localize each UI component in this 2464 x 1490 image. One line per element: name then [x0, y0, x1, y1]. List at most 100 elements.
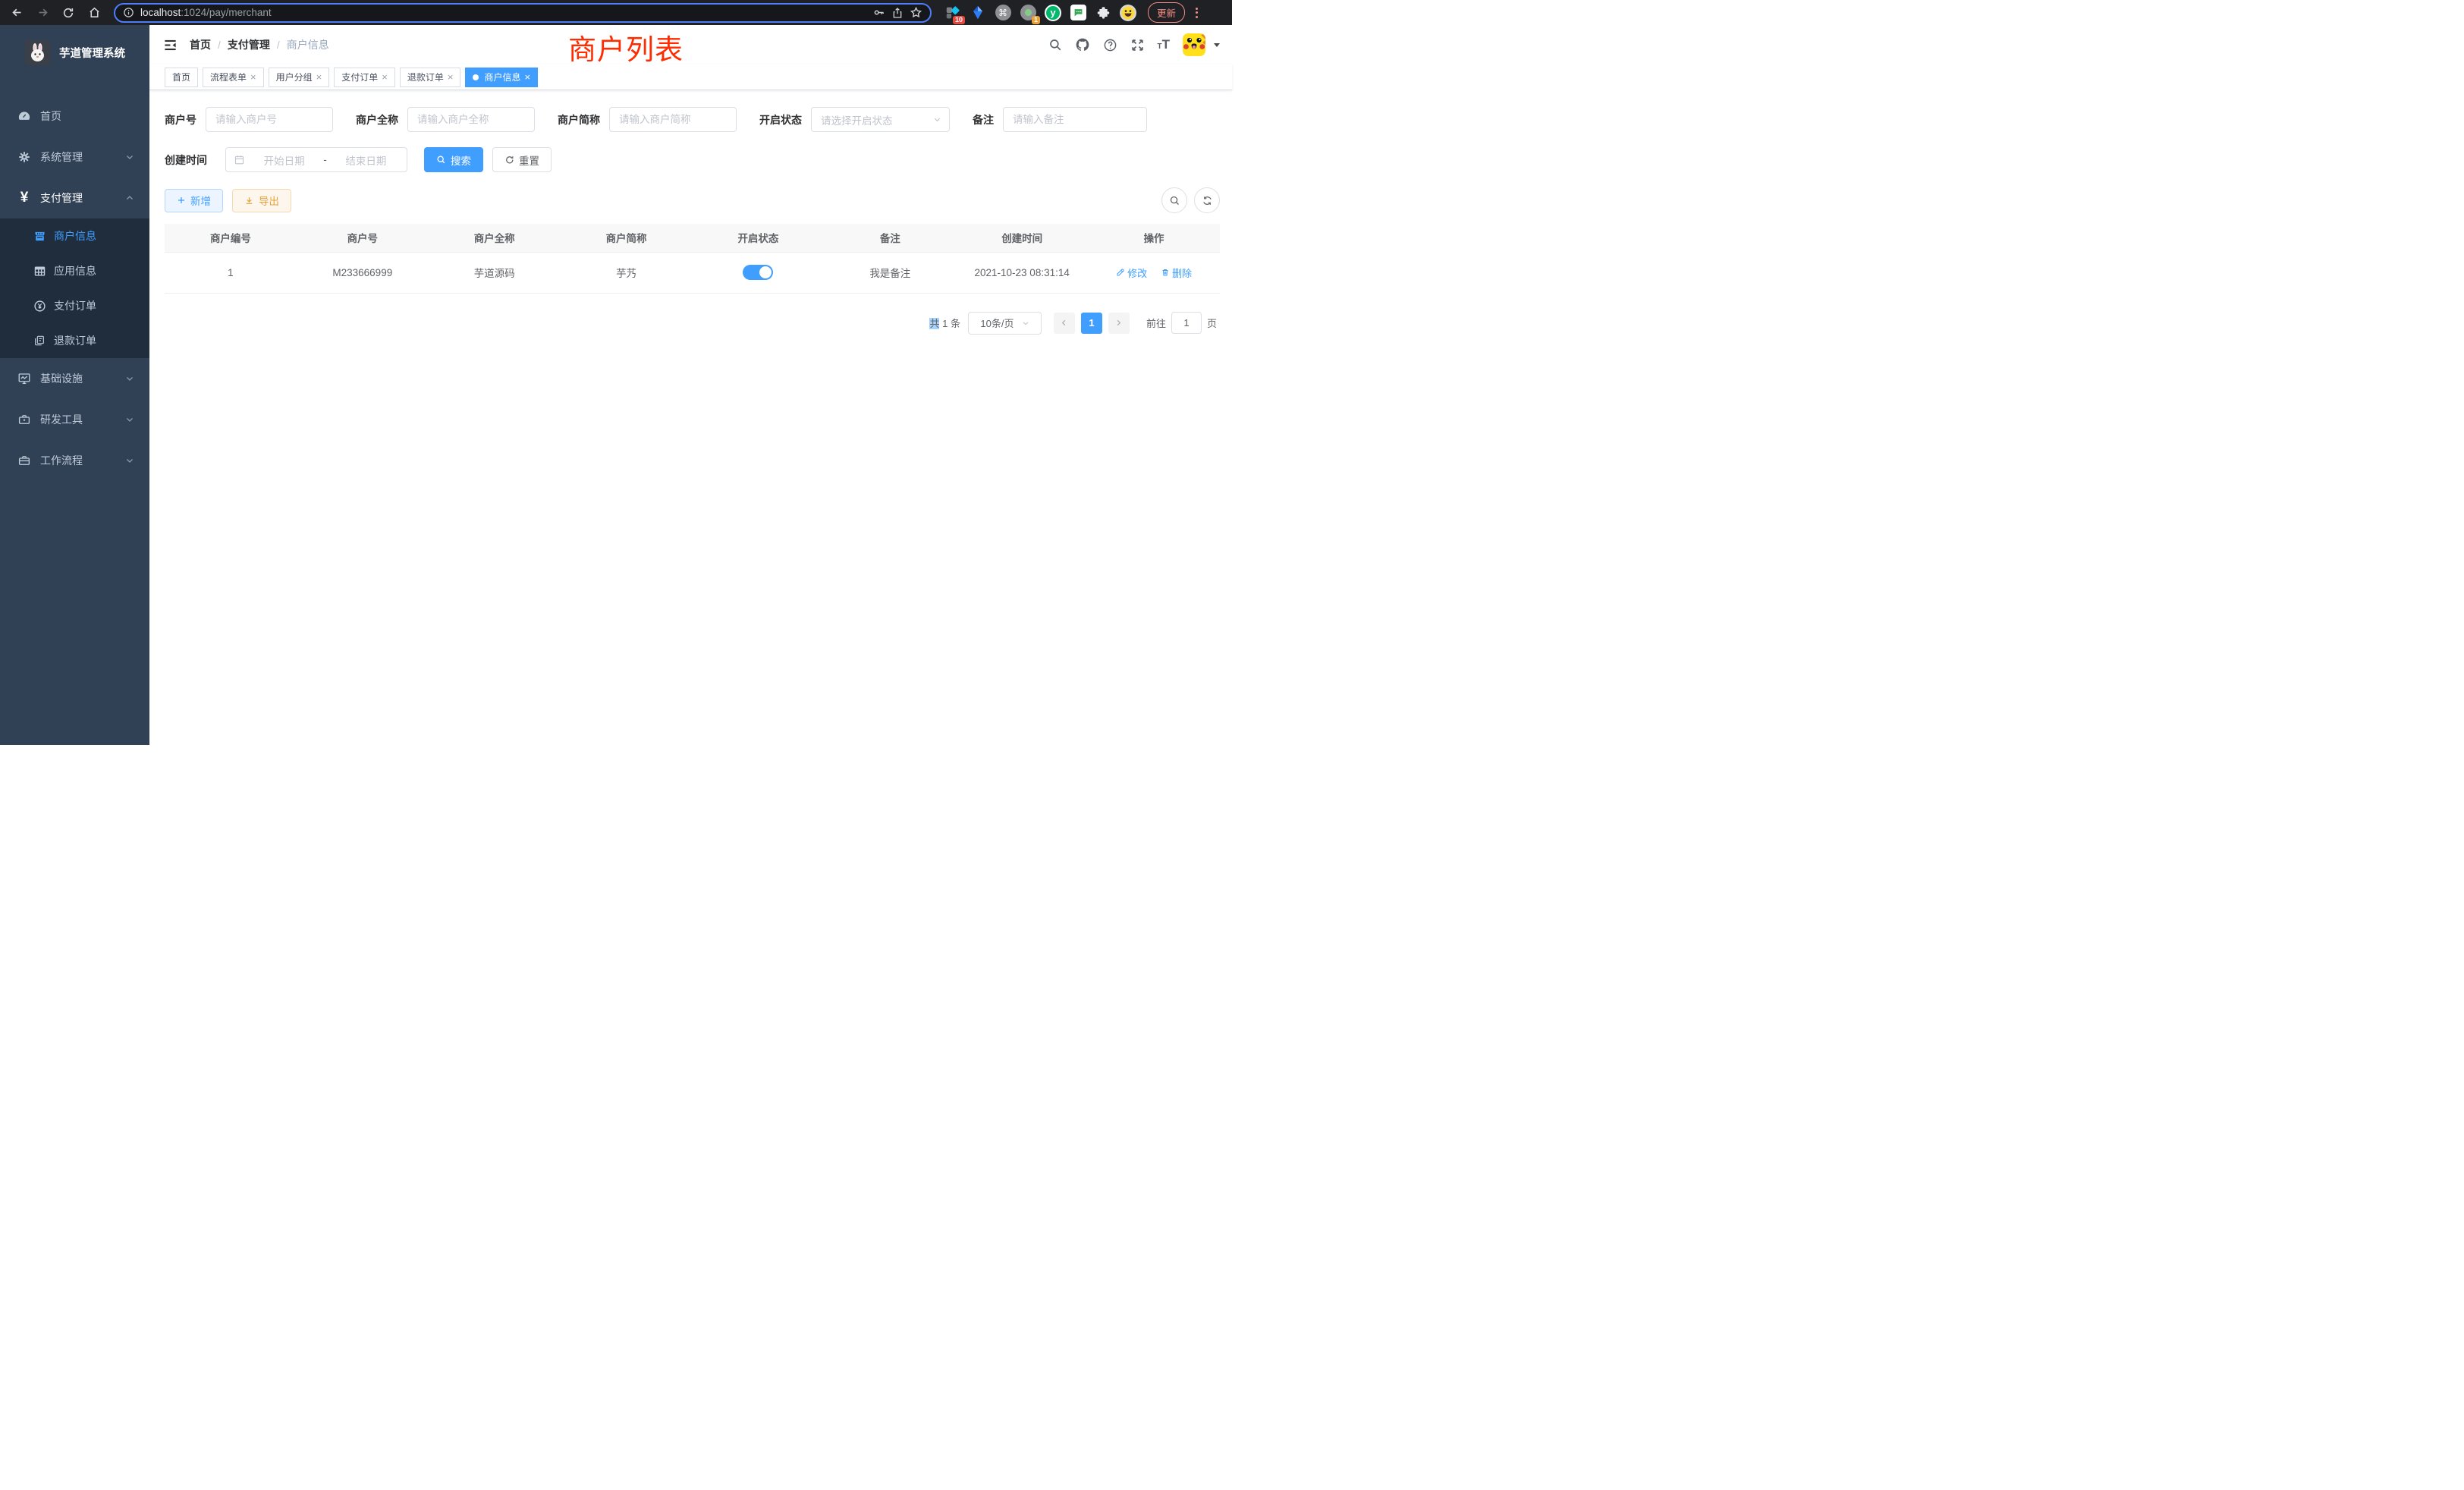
full-name-label: 商户全称: [356, 112, 398, 127]
page-info-icon[interactable]: [123, 7, 134, 18]
add-button[interactable]: 新增: [165, 189, 223, 212]
browser-menu-button[interactable]: [1190, 5, 1204, 21]
chevron-left-icon: [1060, 319, 1068, 327]
share-icon[interactable]: [891, 7, 904, 19]
extensions-puzzle-icon[interactable]: [1094, 4, 1112, 22]
search-button[interactable]: 搜索: [424, 147, 483, 172]
cell-short-name: 芋艿: [561, 252, 693, 293]
sidebar-item-app-info[interactable]: 应用信息: [0, 253, 149, 288]
merchant-table: 商户编号 商户号 商户全称 商户简称 开启状态 备注 创建时间 操作 1 M23…: [165, 224, 1220, 294]
next-page-button[interactable]: [1108, 313, 1130, 334]
sidebar-item-infra[interactable]: 基础设施: [0, 358, 149, 399]
page-1-button[interactable]: 1: [1081, 313, 1102, 334]
goto-page-input[interactable]: [1171, 312, 1202, 334]
merchant-no-input[interactable]: [206, 107, 333, 132]
monitor-chart-icon: [17, 372, 31, 385]
delete-link[interactable]: 删除: [1161, 266, 1192, 280]
text-size-icon[interactable]: TT: [1158, 38, 1171, 52]
extension-badge: 10: [953, 16, 965, 24]
chat-extension-icon[interactable]: [1069, 4, 1087, 22]
browser-reload-button[interactable]: [58, 2, 79, 24]
tag-tab-bar: 首页 流程表单× 用户分组× 支付订单× 退款订单× 商户信息×: [149, 64, 1232, 90]
create-time-range-picker[interactable]: 开始日期 - 结束日期: [225, 147, 407, 172]
tab-merchant-info[interactable]: 商户信息×: [465, 68, 538, 87]
col-remark: 备注: [824, 224, 956, 252]
sidebar-item-merchant-info[interactable]: 商户信息: [0, 218, 149, 253]
short-name-label: 商户简称: [558, 112, 600, 127]
breadcrumb: 首页 / 支付管理 / 商户信息: [190, 37, 329, 52]
col-full-name: 商户全称: [429, 224, 561, 252]
prev-page-button[interactable]: [1054, 313, 1075, 334]
status-toggle[interactable]: [743, 265, 773, 280]
sidebar-item-home[interactable]: 首页: [0, 96, 149, 137]
browser-back-button[interactable]: [6, 2, 27, 24]
profile-emoji-icon[interactable]: [1119, 4, 1137, 22]
search-icon: [436, 155, 446, 165]
command-extension-icon[interactable]: ⌘: [994, 4, 1012, 22]
cell-create-time: 2021-10-23 08:31:14: [956, 252, 1088, 293]
chevron-down-icon: [125, 374, 134, 383]
sidebar-item-refund-order[interactable]: 退款订单: [0, 323, 149, 358]
fullscreen-icon[interactable]: [1130, 38, 1145, 52]
sidebar-item-pay-order[interactable]: 支付订单: [0, 288, 149, 323]
app-header: 首页 / 支付管理 / 商户信息 商户列表 TT: [149, 25, 1232, 64]
sidebar-item-pay[interactable]: ¥ 支付管理: [0, 178, 149, 218]
page-size-select[interactable]: 10条/页: [968, 312, 1042, 335]
close-icon[interactable]: ×: [250, 72, 256, 82]
table-grid-icon: [33, 265, 46, 278]
address-bar[interactable]: localhost:1024/pay/merchant: [114, 3, 932, 23]
gear-icon: [17, 150, 31, 164]
breadcrumb-merchant: 商户信息: [287, 37, 329, 52]
chevron-down-icon: [125, 415, 134, 424]
sidebar-item-devtools[interactable]: 研发工具: [0, 399, 149, 440]
reset-button[interactable]: 重置: [492, 147, 552, 172]
show-search-toggle-button[interactable]: [1161, 187, 1187, 213]
shop-icon: [33, 230, 46, 243]
tab-counter-extension-icon[interactable]: 1: [1019, 4, 1037, 22]
app-logo-row[interactable]: 芋道管理系统: [0, 25, 149, 79]
github-icon[interactable]: [1075, 37, 1090, 52]
status-select[interactable]: 请选择开启状态: [811, 107, 950, 132]
close-icon[interactable]: ×: [524, 72, 530, 82]
extension-stack-icon[interactable]: 10: [944, 4, 962, 22]
close-icon[interactable]: ×: [316, 72, 322, 82]
tab-process-form[interactable]: 流程表单×: [203, 68, 264, 87]
breadcrumb-home[interactable]: 首页: [190, 37, 211, 52]
col-create-time: 创建时间: [956, 224, 1088, 252]
user-avatar[interactable]: [1183, 33, 1205, 56]
bookmark-star-icon[interactable]: [910, 6, 922, 19]
browser-forward-button[interactable]: [32, 2, 53, 24]
tab-pay-order[interactable]: 支付订单×: [334, 68, 395, 87]
yen-circle-icon: [33, 300, 46, 313]
browser-home-button[interactable]: [83, 2, 105, 24]
tab-refund-order[interactable]: 退款订单×: [400, 68, 461, 87]
full-name-input[interactable]: [407, 107, 535, 132]
close-icon[interactable]: ×: [382, 72, 388, 82]
url-text[interactable]: localhost:1024/pay/merchant: [140, 7, 866, 18]
edit-link[interactable]: 修改: [1116, 266, 1147, 280]
sidebar: 芋道管理系统 首页 系统管理 ¥ 支付管理: [0, 25, 149, 745]
yuque-extension-icon[interactable]: y: [1044, 4, 1062, 22]
sidebar-fold-icon[interactable]: [163, 38, 178, 52]
export-button[interactable]: 导出: [232, 189, 291, 212]
page-unit-label: 页: [1207, 316, 1217, 330]
tab-user-group[interactable]: 用户分组×: [269, 68, 330, 87]
remark-input[interactable]: [1003, 107, 1147, 132]
help-icon[interactable]: [1103, 38, 1117, 52]
sidebar-item-workflow[interactable]: 工作流程: [0, 440, 149, 481]
avatar-caret-icon[interactable]: [1214, 43, 1220, 47]
short-name-input[interactable]: [609, 107, 737, 132]
password-key-icon[interactable]: [872, 6, 885, 19]
cell-full-name: 芋道源码: [429, 252, 561, 293]
browser-update-button[interactable]: 更新: [1148, 2, 1185, 23]
trash-icon: [1161, 268, 1170, 277]
breadcrumb-pay[interactable]: 支付管理: [228, 37, 270, 52]
refresh-table-button[interactable]: [1194, 187, 1220, 213]
sidebar-item-system[interactable]: 系统管理: [0, 137, 149, 178]
tab-home[interactable]: 首页: [165, 68, 198, 87]
header-search-icon[interactable]: [1048, 38, 1062, 52]
calendar-icon: [234, 154, 245, 165]
close-icon[interactable]: ×: [448, 72, 454, 82]
kite-extension-icon[interactable]: [969, 4, 987, 22]
col-short-name: 商户简称: [561, 224, 693, 252]
